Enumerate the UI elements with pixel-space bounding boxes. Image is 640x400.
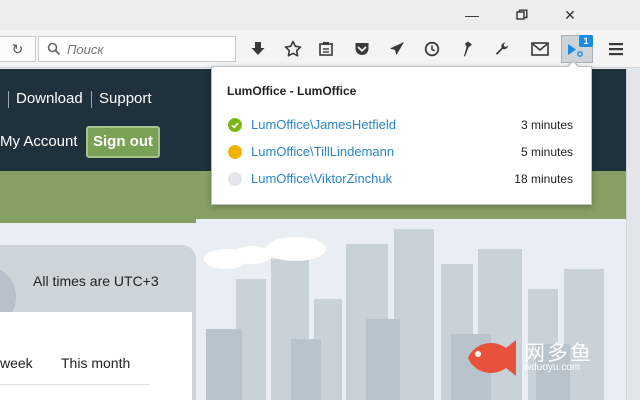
tools-button[interactable] [490,38,514,60]
user-row[interactable]: LumOffice\JamesHetfield 3 minutes [227,115,577,135]
restore-icon [516,9,528,20]
popup-title: LumOffice - LumOffice [227,84,357,98]
nav-link-download[interactable]: Download [16,90,83,107]
close-window-button[interactable]: ✕ [553,4,587,26]
user-last-seen: 3 minutes [520,118,573,132]
pocket-button[interactable] [350,38,374,60]
away-status-icon [228,145,242,159]
nav-link-support[interactable]: Support [99,90,152,107]
sign-out-button[interactable]: Sign out [86,126,160,158]
watermark-url: wduoyu.com [524,362,581,373]
user-last-seen: 18 minutes [514,172,573,186]
history-button[interactable] [420,38,444,60]
bookmark-button[interactable] [281,38,305,60]
page-scrollbar[interactable] [626,69,640,400]
send-icon [390,42,404,55]
popup-pointer-inner [567,62,579,68]
mail-icon [531,42,549,56]
hamburger-menu-icon [609,43,623,56]
user-name-link[interactable]: LumOffice\TillLindemann [251,144,394,159]
minimize-button[interactable]: — [455,4,489,26]
column-header-month: This month [61,355,131,371]
wrench-icon [495,42,508,55]
user-last-seen: 5 minutes [520,145,573,159]
download-icon [251,42,265,55]
menu-button[interactable] [604,38,628,60]
nav-link-my-account[interactable]: My Account [0,133,78,150]
fish-logo-icon [468,340,516,376]
user-name-link[interactable]: LumOffice\ViktorZinchuk [251,171,392,186]
window-titlebar: — ✕ [0,0,640,30]
user-name-link[interactable]: LumOffice\JamesHetfield [251,117,396,132]
reader-view-button[interactable] [314,38,338,60]
table-divider [0,384,150,385]
bookmark-star-icon [284,40,302,57]
pocket-icon [355,43,369,55]
reader-view-icon [319,42,333,56]
pin-icon [464,41,472,57]
user-row[interactable]: LumOffice\ViktorZinchuk 18 minutes [227,169,577,189]
pin-button[interactable] [455,38,479,60]
nav-separator [91,91,92,108]
online-status-icon [228,118,242,132]
search-box[interactable] [38,36,236,62]
lumoffice-users-popup: LumOffice - LumOffice LumOffice\JamesHet… [211,66,592,205]
column-header-week: week [0,355,33,371]
user-row[interactable]: LumOffice\TillLindemann 5 minutes [227,142,577,162]
search-icon [47,42,61,56]
search-input[interactable] [67,40,227,58]
nav-separator [8,91,9,108]
extension-badge-count: 1 [579,35,593,47]
reload-button[interactable]: ↻ [0,36,36,62]
offline-status-icon [228,172,242,186]
send-button[interactable] [385,38,409,60]
browser-toolbar: ↻ [0,30,640,68]
timezone-note: All times are UTC+3 [33,273,159,289]
downloads-button[interactable] [246,38,270,60]
clock-icon [424,41,440,57]
mail-button[interactable] [528,38,552,60]
maximize-button[interactable] [505,4,539,26]
